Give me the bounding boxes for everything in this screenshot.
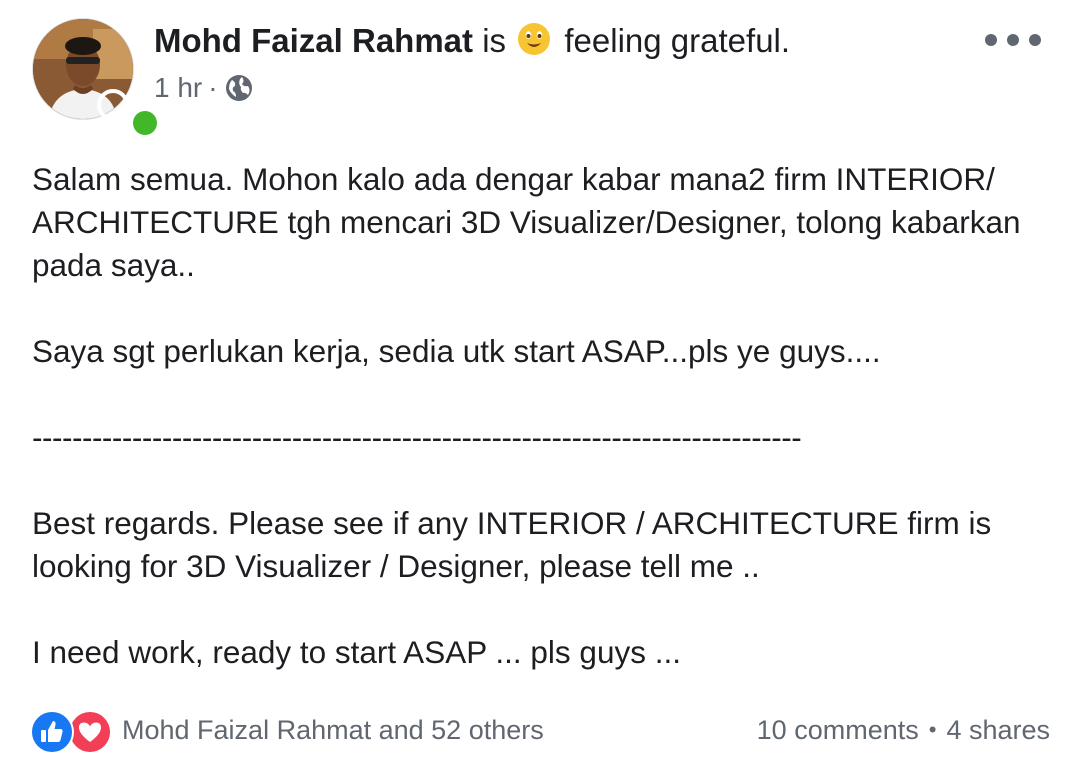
stats-separator: • [928,717,937,742]
reactions-summary[interactable]: Mohd Faizal Rahmat and 52 others [30,708,544,754]
post-paragraph: Best regards. Please see if any INTERIOR… [32,505,992,584]
more-dot [985,34,997,46]
author-name[interactable]: Mohd Faizal Rahmat [154,22,473,59]
like-icon [30,710,74,754]
post-meta: 1 hr · [154,70,254,106]
online-status-ring [97,89,129,121]
post-timestamp[interactable]: 1 hr [154,72,202,103]
comments-count[interactable]: 10 comments [757,715,919,746]
post-paragraph: Salam semua. Mohon kalo ada dengar kabar… [32,161,1021,283]
more-dot [1029,34,1041,46]
more-dot [1007,34,1019,46]
reaction-icons[interactable] [30,708,114,754]
reaction-names[interactable]: Mohd Faizal Rahmat and 52 others [122,715,544,746]
feed-post: Mohd Faizal Rahmat is feeling grateful. … [0,0,1080,778]
post-stats: 10 comments • 4 shares [757,708,1050,752]
online-status-indicator [133,111,157,135]
text-divider: ----------------------------------------… [32,419,802,455]
meta-separator: · [208,72,218,103]
grateful-face-emoji-icon [517,22,551,56]
shares-count[interactable]: 4 shares [946,715,1050,746]
post-header: Mohd Faizal Rahmat is feeling grateful. [154,20,790,62]
activity-prefix: is [482,22,507,59]
globe-icon[interactable] [224,73,254,103]
love-icon [68,710,112,754]
post-paragraph: Saya sgt perlukan kerja, sedia utk start… [32,333,881,369]
post-body: Salam semua. Mohon kalo ada dengar kabar… [32,158,1062,674]
feeling-text[interactable]: feeling grateful. [564,22,790,59]
post-paragraph: I need work, ready to start ASAP ... pls… [32,634,681,670]
more-options-icon[interactable] [985,24,1041,56]
